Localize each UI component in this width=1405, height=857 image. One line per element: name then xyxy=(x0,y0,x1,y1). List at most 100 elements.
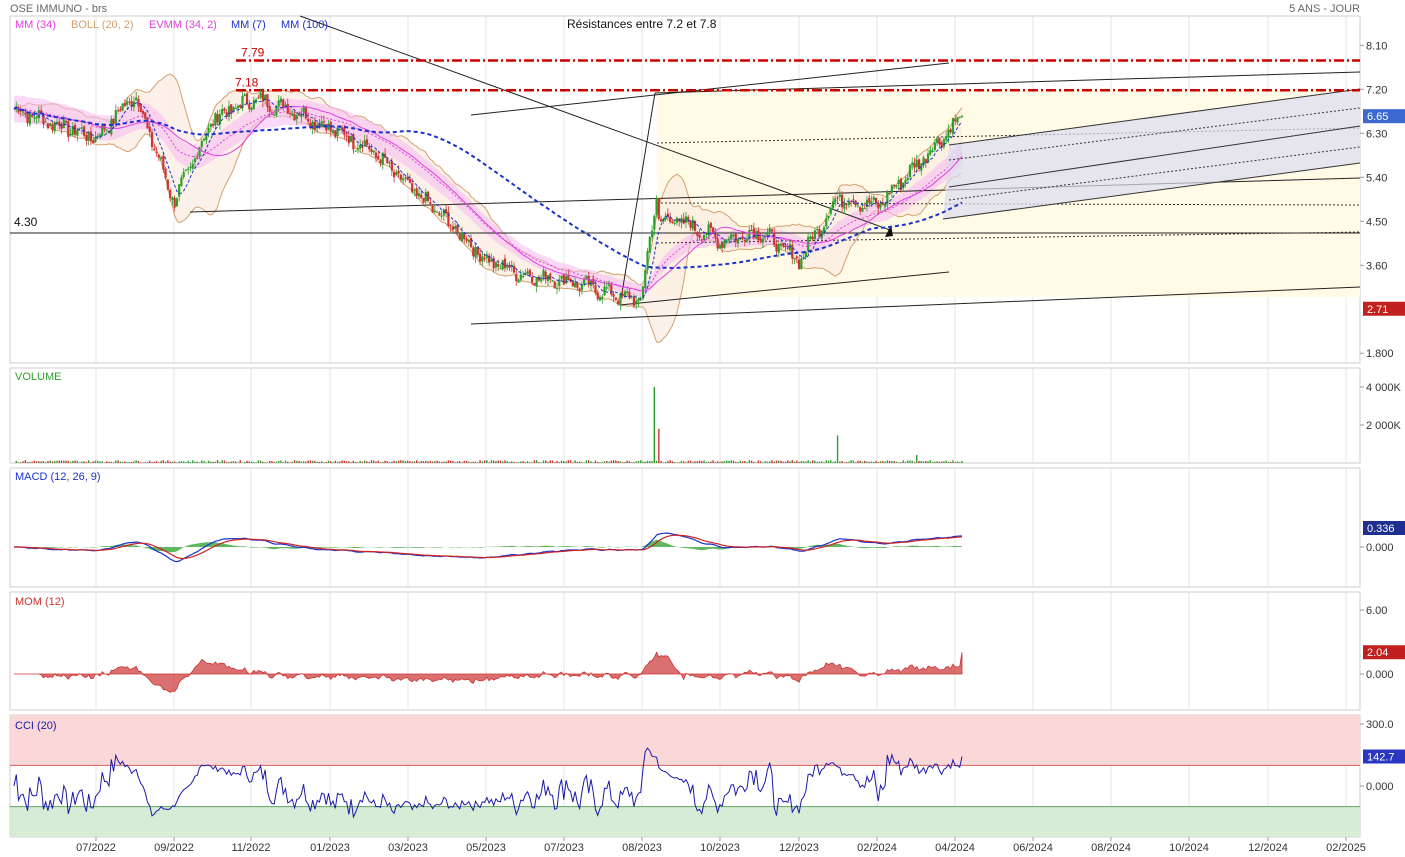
candle-body xyxy=(291,113,294,116)
candle-body xyxy=(874,197,878,203)
volume-bar xyxy=(51,461,54,463)
volume-bar xyxy=(413,461,416,463)
volume-legend: VOLUME xyxy=(15,371,61,383)
candle-body xyxy=(650,230,654,238)
candle-body xyxy=(248,104,251,110)
candle-body xyxy=(442,209,445,216)
volume-bar xyxy=(259,460,262,463)
x-tick-label: 10/2024 xyxy=(1169,842,1209,854)
volume-bar xyxy=(31,461,33,463)
volume-bar xyxy=(167,460,169,463)
candle-body xyxy=(596,292,599,300)
volume-bar xyxy=(870,461,873,463)
volume-bar xyxy=(560,460,563,463)
candle-body xyxy=(307,118,310,122)
volume-bar xyxy=(65,460,67,463)
candle-body xyxy=(463,233,466,240)
candle-body xyxy=(454,226,457,229)
volume-bar xyxy=(311,460,314,463)
candle-body xyxy=(435,211,439,213)
volume-bar xyxy=(520,461,522,463)
candle-body xyxy=(397,170,400,174)
candle-body xyxy=(374,152,378,158)
volume-bar xyxy=(906,460,909,463)
candle-body xyxy=(320,121,323,128)
volume-bar xyxy=(58,460,60,463)
volume-bar xyxy=(112,462,115,463)
candle-body xyxy=(497,264,500,267)
candle-body xyxy=(929,150,932,155)
volume-bar xyxy=(180,461,183,463)
candle-body xyxy=(51,124,54,130)
volume-bar xyxy=(452,461,454,463)
candle-body xyxy=(700,239,703,241)
volume-bar xyxy=(635,461,637,463)
candle-body xyxy=(273,114,276,116)
volume-bar xyxy=(146,462,149,463)
candle-body xyxy=(87,132,90,141)
candle-body xyxy=(331,130,335,134)
volume-bar xyxy=(434,461,436,463)
volume-bar xyxy=(508,462,511,463)
candle-body xyxy=(162,155,165,170)
volume-bar xyxy=(409,461,411,463)
volume-bar xyxy=(787,460,789,463)
volume-bar xyxy=(488,462,490,463)
candle-body xyxy=(506,266,509,268)
candle-body xyxy=(259,93,262,98)
candle-body xyxy=(429,202,432,205)
volume-bar xyxy=(757,460,760,463)
volume-bar xyxy=(479,460,481,463)
volume-bar xyxy=(558,462,560,463)
candle-body xyxy=(164,168,167,179)
volume-bar xyxy=(343,460,346,463)
volume-bar xyxy=(716,461,719,463)
volume-bar xyxy=(483,460,486,463)
volume-bar xyxy=(587,460,590,463)
candle-body xyxy=(352,134,355,150)
volume-bar xyxy=(76,460,79,463)
candle-body xyxy=(947,129,950,138)
candle-body xyxy=(605,287,608,289)
candle-body xyxy=(159,157,163,160)
volume-bar xyxy=(17,462,20,463)
candle-body xyxy=(236,105,240,109)
candle-body xyxy=(585,276,588,279)
volume-bar xyxy=(918,460,920,463)
candle-body xyxy=(28,113,31,125)
volume-bar xyxy=(422,461,425,463)
volume-bar xyxy=(268,461,271,463)
volume-bar xyxy=(814,460,816,463)
volume-bar xyxy=(436,460,438,463)
volume-bar xyxy=(305,461,307,463)
price-legend-item: MM (100) xyxy=(281,19,328,31)
candle-body xyxy=(831,201,835,209)
panel-frame xyxy=(9,467,1361,588)
volume-bar xyxy=(549,460,551,463)
candle-body xyxy=(180,177,183,187)
candle-body xyxy=(942,139,945,147)
volume-bar xyxy=(775,460,778,463)
volume-bar xyxy=(660,461,662,463)
volume-bar xyxy=(456,461,459,463)
candle-body xyxy=(528,269,531,276)
candle-body xyxy=(721,242,724,249)
candle-body xyxy=(377,156,380,160)
candle-body xyxy=(372,150,375,153)
volume-bar xyxy=(861,461,864,463)
candle-body xyxy=(779,244,783,246)
x-tick-label: 12/2023 xyxy=(779,842,819,854)
volume-bar xyxy=(56,460,58,463)
candle-body xyxy=(146,117,149,129)
candle-body xyxy=(80,127,83,129)
volume-bar xyxy=(529,462,531,463)
candle-body xyxy=(755,231,758,239)
macd-y-tick-label: 0.000 xyxy=(1366,542,1394,554)
volume-bar xyxy=(140,462,142,463)
volume-bar xyxy=(821,461,823,463)
volume-bar xyxy=(755,462,757,463)
volume-bar xyxy=(739,460,741,463)
volume-bar xyxy=(678,462,680,463)
candle-body xyxy=(417,193,421,197)
candle-body xyxy=(872,197,875,201)
